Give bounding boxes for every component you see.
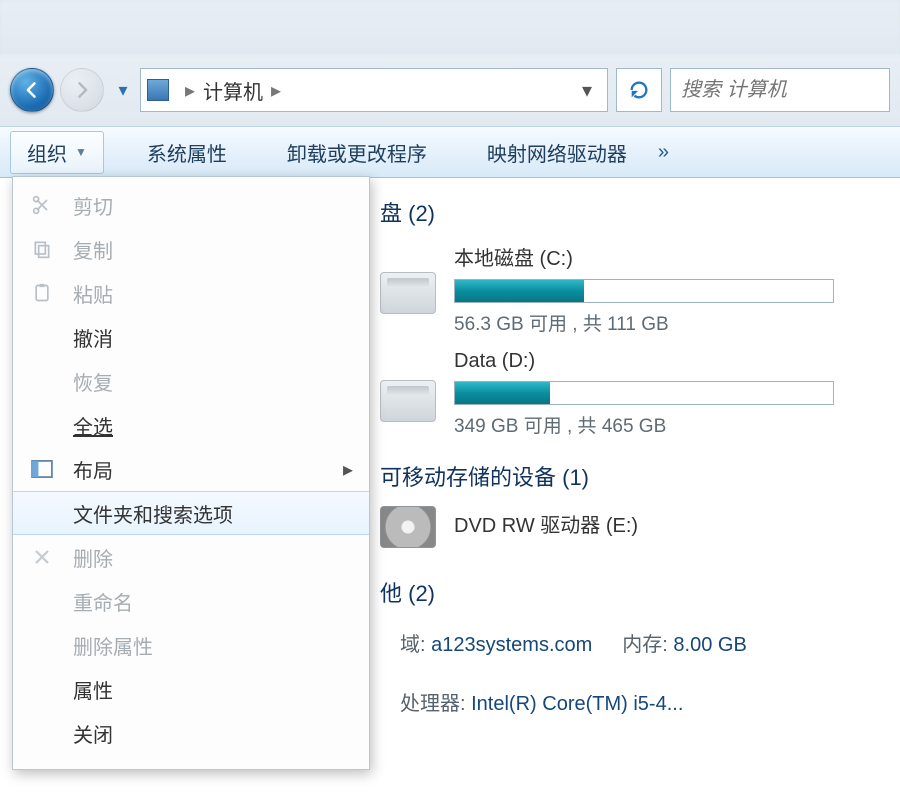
organize-menu: 剪切 复制 粘贴 撤消 恢复 全选: [12, 176, 370, 770]
arrow-right-icon: [72, 80, 92, 100]
menu-redo[interactable]: 恢复: [13, 359, 369, 403]
breadcrumb-root[interactable]: 计算机: [203, 76, 263, 105]
organize-button[interactable]: 组织 ▼: [10, 131, 104, 174]
breadcrumb-dropdown-icon[interactable]: ▾: [573, 78, 601, 103]
menu-close[interactable]: 关闭: [13, 711, 369, 755]
dropdown-caret-icon: ▼: [75, 145, 87, 159]
menu-remove-properties[interactable]: 删除属性: [13, 623, 369, 667]
refresh-icon: [628, 79, 650, 101]
menu-rename[interactable]: 重命名: [13, 579, 369, 623]
toolbar: 组织 ▼ 系统属性 卸载或更改程序 映射网络驱动器 »: [0, 126, 900, 178]
clipboard-icon: [27, 278, 57, 308]
delete-icon: [27, 542, 57, 572]
drive-name: Data (D:): [454, 350, 834, 373]
submenu-arrow-icon: ▸: [343, 457, 353, 482]
memory-value: 8.00 GB: [673, 634, 746, 656]
details-pane: 域: a123systems.com 内存: 8.00 GB 处理器: Inte…: [380, 628, 876, 716]
organize-label: 组织: [27, 138, 67, 167]
scissors-icon: [27, 190, 57, 220]
drive-dvd[interactable]: DVD RW 驱动器 (E:): [380, 506, 876, 548]
breadcrumb[interactable]: ▸ 计算机 ▸ ▾: [140, 68, 608, 112]
drive-name: 本地磁盘 (C:): [454, 242, 834, 271]
menu-delete[interactable]: 删除: [13, 535, 369, 579]
cpu-value: Intel(R) Core(TM) i5-4...: [471, 693, 683, 715]
drive-name: DVD RW 驱动器 (E:): [454, 509, 638, 538]
titlebar-blur: [0, 0, 900, 54]
domain-value: a123systems.com: [431, 634, 592, 656]
menu-folder-options[interactable]: 文件夹和搜索选项: [13, 491, 369, 535]
group-removable[interactable]: 可移动存储的设备 (1): [380, 460, 876, 492]
menu-properties[interactable]: 属性: [13, 667, 369, 711]
menu-paste[interactable]: 粘贴: [13, 271, 369, 315]
capacity-bar: [454, 279, 834, 303]
menu-cut[interactable]: 剪切: [13, 183, 369, 227]
computer-icon: [147, 79, 169, 101]
map-network-drive-button[interactable]: 映射网络驱动器: [470, 131, 644, 174]
search-box[interactable]: [670, 68, 890, 112]
drive-subtext: 349 GB 可用 , 共 465 GB: [454, 411, 834, 438]
breadcrumb-sep-icon: ▸: [263, 78, 289, 103]
menu-undo[interactable]: 撤消: [13, 315, 369, 359]
back-button[interactable]: [10, 68, 54, 112]
search-input[interactable]: [681, 79, 879, 102]
capacity-bar: [454, 381, 834, 405]
layout-icon: [27, 454, 57, 484]
menu-copy[interactable]: 复制: [13, 227, 369, 271]
breadcrumb-sep-icon: ▸: [177, 78, 203, 103]
toolbar-overflow-button[interactable]: »: [658, 141, 671, 164]
drive-d[interactable]: Data (D:) 349 GB 可用 , 共 465 GB: [380, 350, 876, 438]
refresh-button[interactable]: [616, 68, 662, 112]
system-properties-button[interactable]: 系统属性: [130, 131, 244, 174]
capacity-bar-fill: [455, 382, 550, 404]
drive-subtext: 56.3 GB 可用 , 共 111 GB: [454, 309, 834, 336]
group-hard-disks[interactable]: 盘 (2): [380, 196, 876, 228]
content-area: 剪切 复制 粘贴 撤消 恢复 全选: [0, 178, 900, 810]
menu-select-all[interactable]: 全选: [13, 403, 369, 447]
drive-c[interactable]: 本地磁盘 (C:) 56.3 GB 可用 , 共 111 GB: [380, 242, 876, 336]
hard-disk-icon: [380, 272, 436, 314]
copy-icon: [27, 234, 57, 264]
forward-button[interactable]: [60, 68, 104, 112]
hard-disk-icon: [380, 380, 436, 422]
nav-row: ▾ ▸ 计算机 ▸ ▾: [0, 54, 900, 126]
dvd-drive-icon: [380, 506, 436, 548]
uninstall-program-button[interactable]: 卸载或更改程序: [270, 131, 444, 174]
capacity-bar-fill: [455, 280, 584, 302]
arrow-left-icon: [22, 80, 42, 100]
history-dropdown[interactable]: ▾: [112, 79, 134, 101]
group-other[interactable]: 他 (2): [380, 576, 876, 608]
menu-layout[interactable]: 布局 ▸: [13, 447, 369, 491]
